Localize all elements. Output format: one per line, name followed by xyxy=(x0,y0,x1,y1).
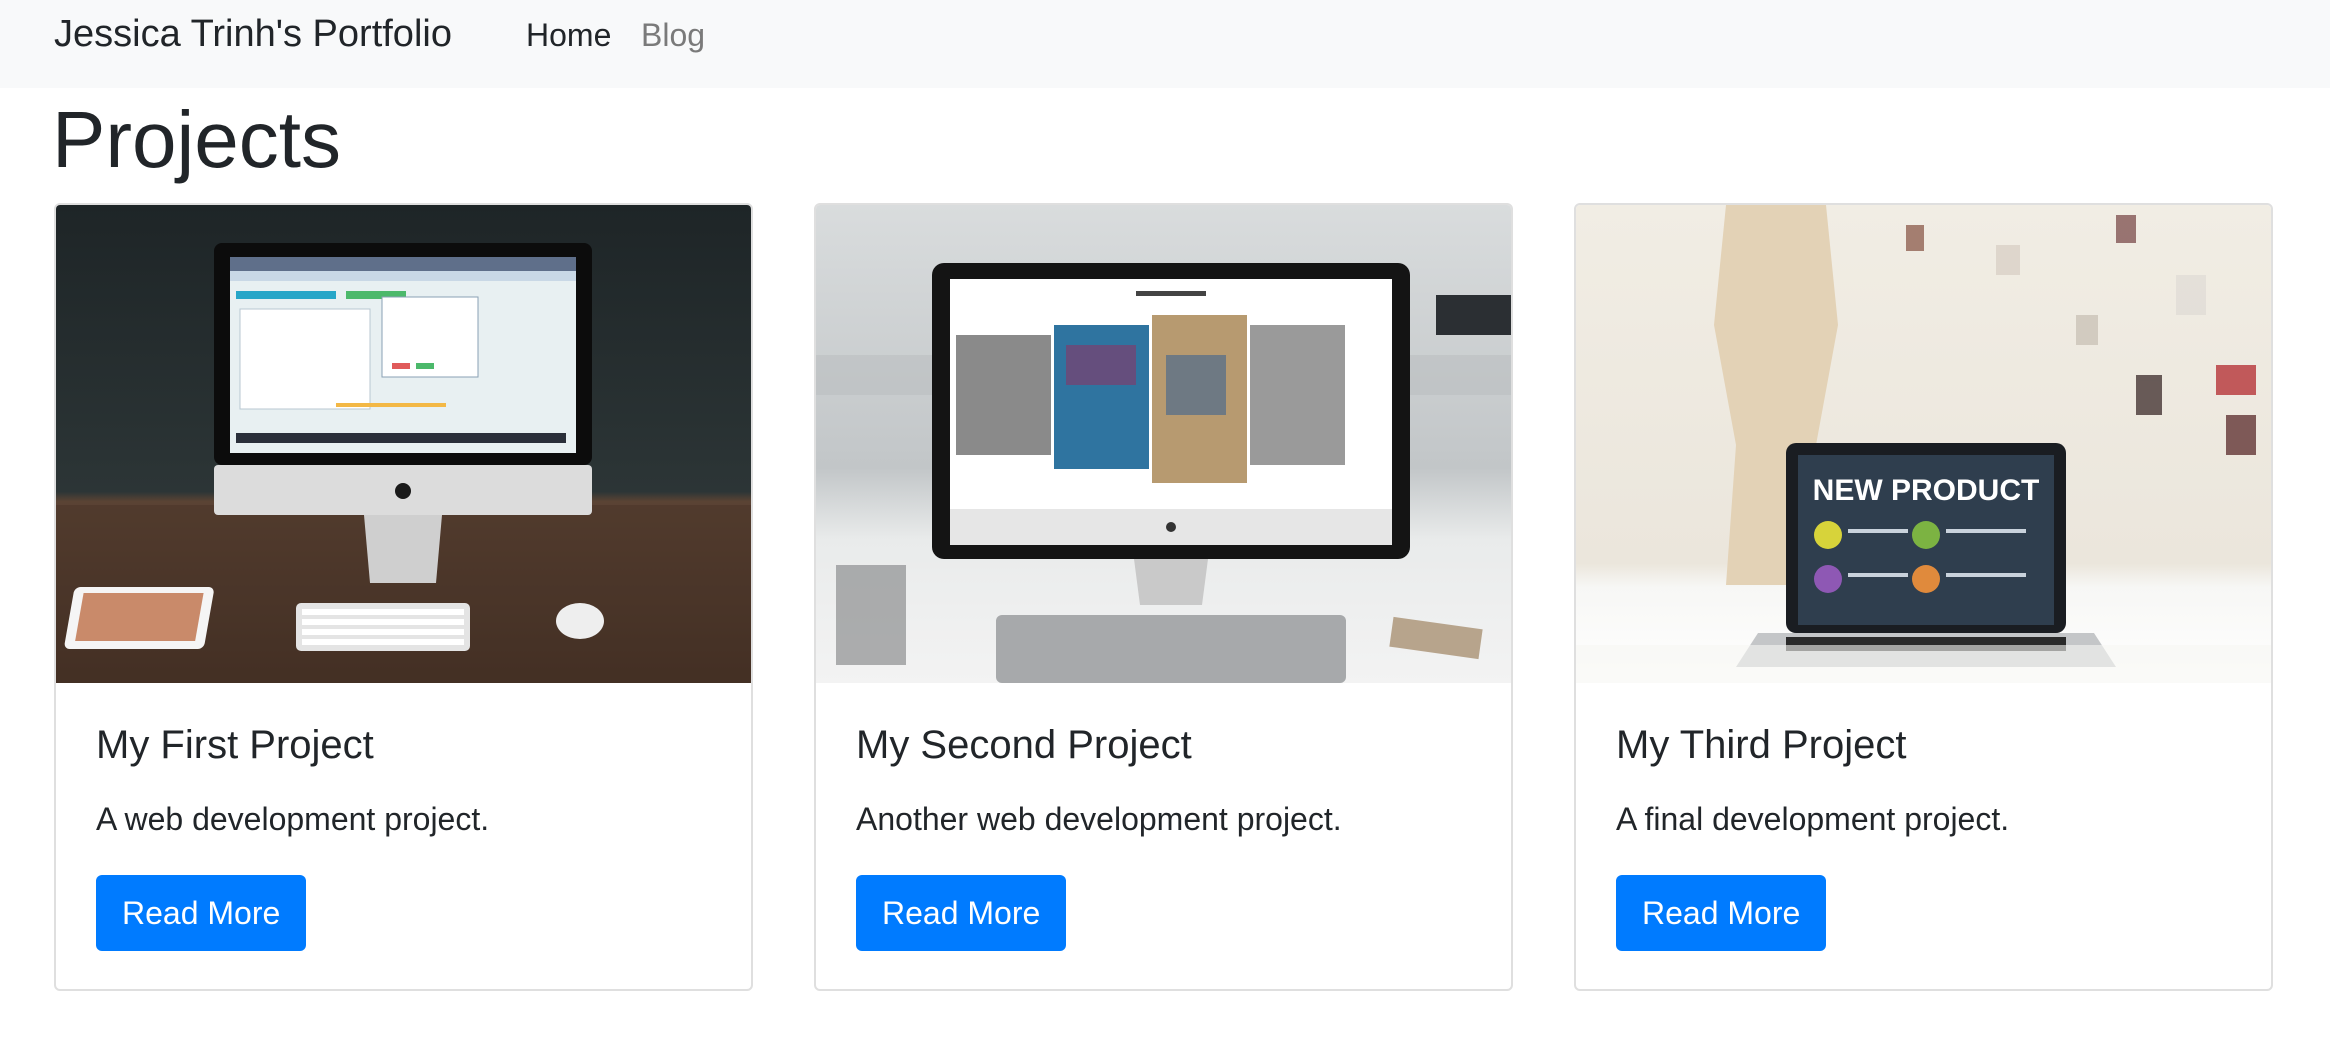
laptop-screen-text: NEW PRODUCT xyxy=(1813,474,2040,507)
card-text: A web development project. xyxy=(96,801,490,837)
project-card-3: NEW PRODUCT My Third Project A final dev… xyxy=(1574,203,2273,991)
card-title: My Second Project xyxy=(856,723,1192,767)
read-more-button[interactable]: Read More xyxy=(96,875,307,951)
read-more-button[interactable]: Read More xyxy=(856,875,1067,951)
nav-link-home[interactable]: Home xyxy=(526,15,611,55)
read-more-button[interactable]: Read More xyxy=(1616,875,1827,951)
card-text: Another web development project. xyxy=(856,801,1342,837)
card-text: A final development project. xyxy=(1616,801,2010,837)
project-image-monitor-gallery xyxy=(816,205,1511,683)
project-image-desktop-computer xyxy=(56,205,751,683)
nav-link-blog[interactable]: Blog xyxy=(641,15,705,55)
card-title: My Third Project xyxy=(1616,723,1907,767)
project-image-laptop-new-product: NEW PRODUCT xyxy=(1576,205,2271,683)
navbar: Jessica Trinh's Portfolio Home Blog xyxy=(0,0,2330,88)
card-title: My First Project xyxy=(96,723,374,767)
project-card-2: My Second Project Another web developmen… xyxy=(814,203,1513,991)
navbar-brand[interactable]: Jessica Trinh's Portfolio xyxy=(54,12,452,56)
page-title: Projects xyxy=(52,95,341,184)
project-card-1: My First Project A web development proje… xyxy=(54,203,753,991)
